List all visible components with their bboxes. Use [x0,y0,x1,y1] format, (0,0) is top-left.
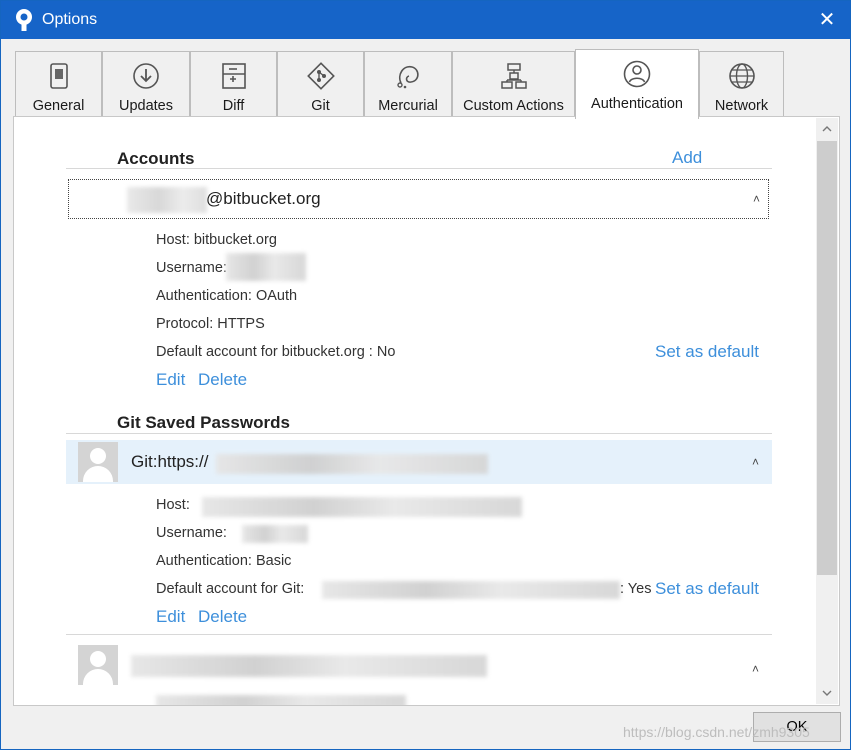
accounts-list: Accounts Add @bitbucket.org ˄ Host: bitb… [14,117,829,705]
watermark: https://blog.csdn.net/zmh9305 [623,724,810,740]
delete-link[interactable]: Delete [198,607,247,627]
tab-git[interactable]: Git [277,51,364,117]
account-default: Default account for bitbucket.org : No [156,344,396,360]
account-row[interactable]: @bitbucket.org ˄ [68,179,769,219]
git-default-value: : Yes [620,581,652,597]
window-title: Options [42,11,98,28]
chevron-up-icon[interactable]: ˄ [752,455,759,469]
redacted-value [226,253,306,281]
tab-general[interactable]: General [15,51,102,117]
delete-link[interactable]: Delete [198,370,247,390]
chevron-up-icon[interactable]: ˄ [753,192,760,206]
git-password-row[interactable]: Git:https:// ˄ [66,440,772,484]
tab-diff[interactable]: Diff [190,51,277,117]
git-icon [306,62,335,90]
download-icon [133,63,159,89]
vertical-scrollbar[interactable] [816,118,838,704]
git-saved-passwords-heading: Git Saved Passwords [117,413,290,432]
globe-icon [728,63,755,89]
tab-strip: General Updates Diff Git Mercurial Custo… [15,49,815,119]
divider [66,634,772,635]
set-as-default-link[interactable]: Set as default [655,579,759,599]
tab-updates[interactable]: Updates [102,51,190,117]
chevron-up-icon[interactable]: ˄ [752,662,759,676]
add-account-link[interactable]: Add [672,148,702,168]
scroll-down-arrow-icon[interactable] [816,682,838,704]
tab-mercurial[interactable]: Mercurial [364,51,452,117]
scroll-up-arrow-icon[interactable] [816,118,838,140]
git-default: Default account for Git: [156,581,305,597]
redacted-value [242,525,308,543]
redacted-url [216,454,488,474]
git-entry-name: Git:https:// [131,452,209,471]
set-as-default-link[interactable]: Set as default [655,342,759,362]
redacted-value [202,497,522,517]
account-authentication: Authentication: OAuth [156,288,298,304]
divider [66,168,772,169]
avatar [78,645,118,685]
edit-link[interactable]: Edit [156,607,185,627]
custom-actions-icon [500,63,527,89]
options-window: Options ✕ General Updates Diff Git Mercu… [0,0,851,750]
git-authentication: Authentication: Basic [156,553,292,569]
close-button[interactable]: ✕ [804,1,850,39]
switch-icon [49,63,68,89]
redacted-value [322,581,620,599]
account-host: Host: bitbucket.org [156,232,277,248]
redacted-username [127,187,207,213]
tab-authentication[interactable]: Authentication [575,49,699,119]
accounts-heading: Accounts [117,149,195,168]
git-host: Host: [156,497,190,513]
redacted-host [156,695,406,705]
title-bar[interactable]: Options ✕ [1,1,850,39]
diff-icon [221,63,246,89]
edit-link[interactable]: Edit [156,370,185,390]
user-icon [623,60,651,88]
mercurial-icon [397,65,419,89]
sourcetree-logo-icon [16,9,32,31]
tab-network[interactable]: Network [699,51,784,117]
authentication-panel: Accounts Add @bitbucket.org ˄ Host: bitb… [13,116,840,706]
avatar [78,442,118,482]
divider [66,433,772,434]
git-username: Username: [156,525,227,541]
account-protocol: Protocol: HTTPS [156,316,265,332]
account-username: Username: [156,260,227,276]
redacted-entry-name [131,655,487,677]
scroll-thumb[interactable] [817,141,837,575]
tab-custom-actions[interactable]: Custom Actions [452,51,575,117]
account-name: @bitbucket.org [206,189,321,208]
